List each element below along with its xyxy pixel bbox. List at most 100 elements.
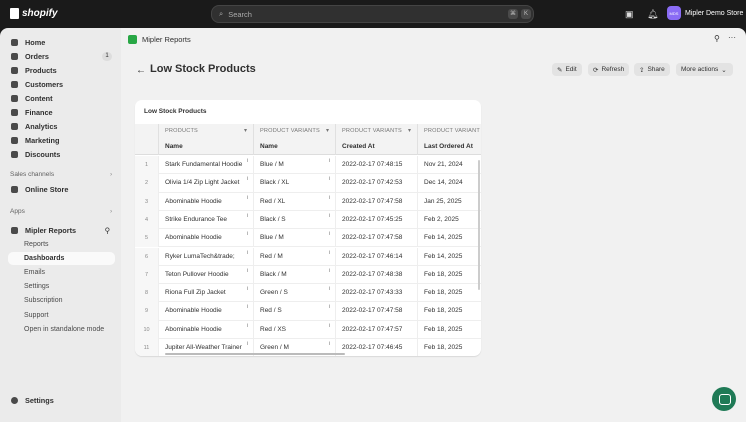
- table-cell: 2022-02-17 07:46:14: [335, 248, 417, 266]
- sidebar-sub-dashboards[interactable]: Dashboards: [8, 252, 115, 265]
- sidebar-item-content[interactable]: Content: [5, 92, 115, 105]
- info-icon[interactable]: i: [247, 194, 248, 202]
- table-row[interactable]: 4Strike Endurance TeeiBlack / Si2022-02-…: [135, 211, 481, 229]
- info-icon[interactable]: i: [329, 212, 330, 220]
- column-header[interactable]: PRODUCT VARIANTS▾Created At: [335, 124, 417, 155]
- sidebar-sub-settings[interactable]: Settings: [24, 283, 49, 290]
- more-actions-button[interactable]: More actions⌄: [676, 63, 733, 76]
- apps-heading[interactable]: Apps›: [10, 208, 25, 215]
- card-title: Low Stock Products: [144, 108, 206, 115]
- app-icon: [11, 227, 18, 234]
- info-icon[interactable]: i: [329, 157, 330, 165]
- info-icon[interactable]: i: [247, 340, 248, 348]
- sidebar-sub-support[interactable]: Support: [24, 312, 49, 319]
- column-header[interactable]: PRODUCT VARIANTLast Ordered At: [417, 124, 481, 155]
- sidekick-icon[interactable]: ▣: [625, 9, 634, 20]
- info-icon[interactable]: i: [329, 285, 330, 293]
- edit-button[interactable]: ✎Edit: [552, 63, 582, 76]
- dropdown-icon[interactable]: ▾: [408, 127, 411, 134]
- info-icon[interactable]: i: [329, 340, 330, 348]
- info-icon[interactable]: i: [329, 267, 330, 275]
- table-row[interactable]: 5Abominable HoodieiBlue / Mi2022-02-17 0…: [135, 229, 481, 247]
- report-card: Low Stock Products PRODUCTS▾NamePRODUCT …: [135, 100, 481, 356]
- sidebar-sub-standalone[interactable]: Open in standalone mode: [24, 326, 104, 333]
- store-menu[interactable]: MDSMipler Demo Store: [667, 6, 743, 20]
- table-cell: Feb 18, 2025: [417, 339, 481, 356]
- horizontal-scrollbar[interactable]: [165, 353, 345, 355]
- info-icon[interactable]: i: [247, 249, 248, 257]
- marketing-icon: [11, 137, 18, 144]
- table-cell: Blue / M: [253, 229, 335, 247]
- info-icon[interactable]: i: [329, 249, 330, 257]
- column-header[interactable]: PRODUCTS▾Name: [158, 124, 253, 155]
- sidebar-item-orders[interactable]: Orders1: [5, 50, 115, 63]
- bell-icon[interactable]: 🔔︎: [647, 9, 658, 20]
- brand-text: shopify: [22, 8, 58, 19]
- refresh-icon: ⟳: [593, 66, 598, 74]
- shopify-logo[interactable]: shopify: [10, 8, 58, 19]
- pin-icon[interactable]: ⚲: [714, 34, 720, 43]
- sidebar-item-online-store[interactable]: Online Store: [5, 183, 115, 196]
- info-icon[interactable]: i: [247, 230, 248, 238]
- sidebar-item-analytics[interactable]: Analytics: [5, 120, 115, 133]
- refresh-button[interactable]: ⟳Refresh: [588, 63, 629, 76]
- top-bar: shopify ⌕Search ⌘K ▣ 🔔︎ MDSMipler Demo S…: [0, 0, 746, 28]
- back-arrow-icon[interactable]: ←: [136, 65, 146, 76]
- table-row[interactable]: 1Stark Fundamental HoodieiBlue / Mi2022-…: [135, 156, 481, 174]
- info-icon[interactable]: i: [247, 157, 248, 165]
- sidebar-item-home[interactable]: Home: [5, 36, 115, 49]
- info-icon[interactable]: i: [247, 303, 248, 311]
- table-row[interactable]: 9Abominable HoodieiRed / Si2022-02-17 07…: [135, 302, 481, 320]
- table-row[interactable]: 7Teton Pullover HoodieiBlack / Mi2022-02…: [135, 266, 481, 284]
- info-icon[interactable]: i: [329, 194, 330, 202]
- info-icon[interactable]: i: [329, 230, 330, 238]
- row-number-header: [135, 124, 158, 155]
- sidebar-item-settings[interactable]: Settings: [5, 394, 115, 407]
- sidebar-item-discounts[interactable]: Discounts: [5, 148, 115, 161]
- row-number: 2: [135, 174, 158, 192]
- table-cell: Stark Fundamental Hoodie: [158, 156, 253, 174]
- info-icon[interactable]: i: [329, 303, 330, 311]
- info-icon[interactable]: i: [247, 175, 248, 183]
- sidebar-item-products[interactable]: Products: [5, 64, 115, 77]
- sidebar-item-customers[interactable]: Customers: [5, 78, 115, 91]
- dropdown-icon[interactable]: ▾: [326, 127, 329, 134]
- table-row[interactable]: 3Abominable HoodieiRed / XLi2022-02-17 0…: [135, 193, 481, 211]
- sidebar-item-finance[interactable]: Finance: [5, 106, 115, 119]
- table-cell: 2022-02-17 07:47:58: [335, 193, 417, 211]
- table-cell: Red / XS: [253, 321, 335, 339]
- chevron-down-icon: ⌄: [721, 66, 726, 74]
- info-icon[interactable]: i: [329, 322, 330, 330]
- info-icon[interactable]: i: [247, 212, 248, 220]
- more-icon[interactable]: ···: [728, 33, 736, 42]
- vertical-scrollbar[interactable]: [478, 160, 480, 290]
- sidebar-item-mipler-reports[interactable]: Mipler Reports⚲: [5, 224, 115, 237]
- column-header[interactable]: PRODUCT VARIANTS▾Name: [253, 124, 335, 155]
- sidebar-item-marketing[interactable]: Marketing: [5, 134, 115, 147]
- table-cell: 2022-02-17 07:48:15: [335, 156, 417, 174]
- sidebar-sub-reports[interactable]: Reports: [24, 241, 49, 248]
- table-header: PRODUCTS▾NamePRODUCT VARIANTS▾NamePRODUC…: [135, 124, 481, 155]
- info-icon[interactable]: i: [247, 267, 248, 275]
- label: Content: [25, 94, 53, 103]
- search-input[interactable]: ⌕Search ⌘K: [211, 5, 534, 23]
- pin-icon[interactable]: ⚲: [105, 226, 110, 235]
- info-icon[interactable]: i: [247, 322, 248, 330]
- row-number: 7: [135, 266, 158, 284]
- home-icon: [11, 39, 18, 46]
- sidebar-sub-emails[interactable]: Emails: [24, 269, 45, 276]
- table-row[interactable]: 8Riona Full Zip JacketiGreen / Si2022-02…: [135, 284, 481, 302]
- gear-icon: [11, 397, 18, 404]
- table-row[interactable]: 2Olivia 1/4 Zip Light JacketiBlack / XLi…: [135, 174, 481, 192]
- chat-button[interactable]: [712, 387, 736, 411]
- share-button[interactable]: ⇪Share: [634, 63, 670, 76]
- table-row[interactable]: 6Ryker LumaTech&trade;iRed / Mi2022-02-1…: [135, 248, 481, 266]
- store-icon: [11, 186, 18, 193]
- info-icon[interactable]: i: [247, 285, 248, 293]
- sidebar-sub-subscription[interactable]: Subscription: [24, 297, 63, 304]
- info-icon[interactable]: i: [329, 175, 330, 183]
- table-cell: Ryker LumaTech&trade;: [158, 248, 253, 266]
- dropdown-icon[interactable]: ▾: [244, 127, 247, 134]
- table-row[interactable]: 10Abominable HoodieiRed / XSi2022-02-17 …: [135, 321, 481, 339]
- sales-channels-heading[interactable]: Sales channels›: [10, 171, 54, 178]
